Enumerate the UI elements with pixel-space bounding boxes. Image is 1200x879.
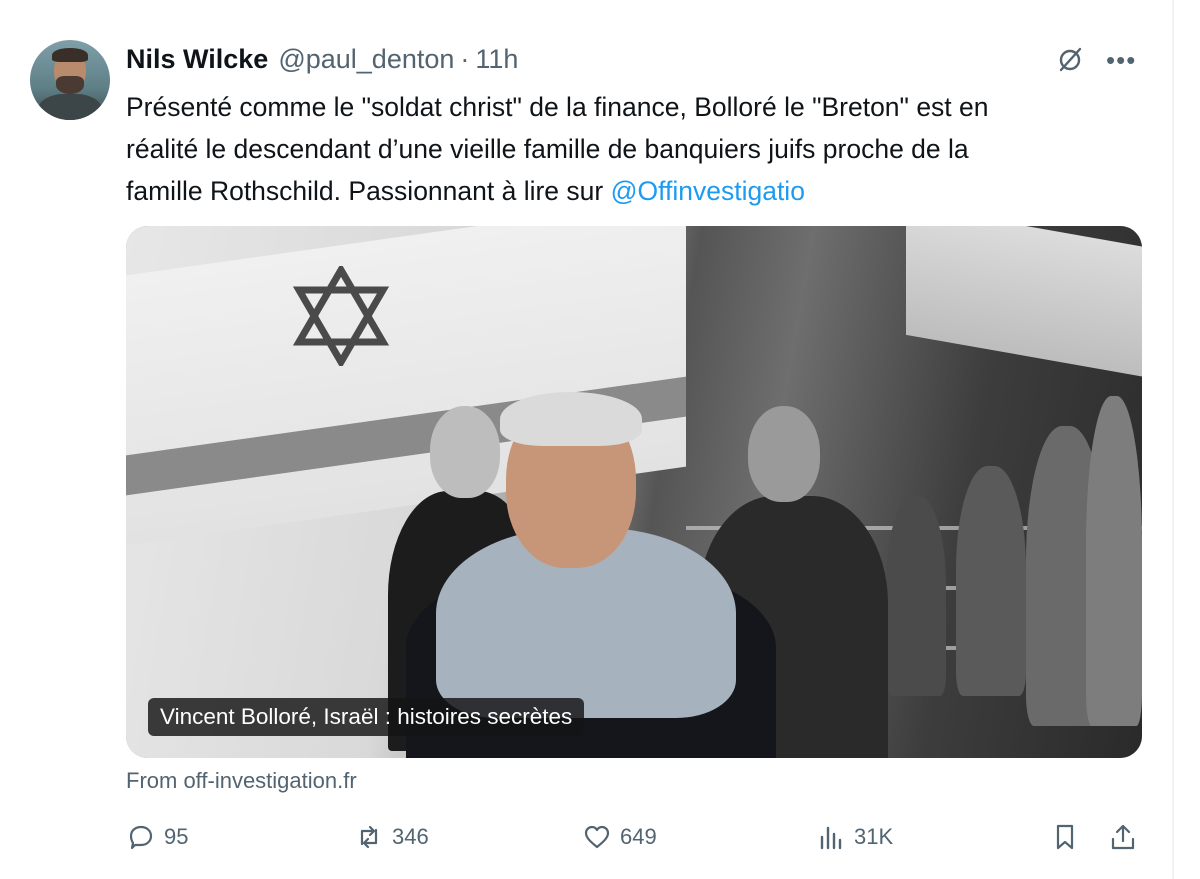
reply-button[interactable]: 95 [126,822,188,852]
tweet-text-line2: réalité le descendant d’une vieille fami… [126,134,969,164]
card-source[interactable]: From off-investigation.fr [126,768,357,794]
tweet[interactable]: Nils Wilcke @paul_denton · 11h ••• Prése… [0,0,1172,879]
crowd-figure [886,496,946,696]
share-button[interactable] [1108,822,1138,852]
avatar-beard [56,76,84,94]
bookmark-icon [1056,824,1074,850]
action-bar: 95 346 649 31K [126,822,1146,866]
share-icon [1111,824,1135,850]
author-name[interactable]: Nils Wilcke [126,44,268,75]
avatar-hair [52,48,88,62]
right-divider [1172,0,1174,879]
tweet-text-line3: famille Rothschild. Passionnant à lire s… [126,170,1126,212]
star-of-david-icon [292,266,390,366]
reply-count: 95 [164,824,189,849]
views-button[interactable]: 31K [816,822,893,852]
grok-icon[interactable] [1056,46,1084,74]
like-icon [584,825,610,849]
crowd-figure [1086,396,1142,726]
repost-icon [360,825,378,849]
tweet-text: Présenté comme le "soldat christ" de la … [126,86,1126,212]
repost-count: 346 [392,824,429,849]
repost-button[interactable]: 346 [354,822,429,852]
avatar-shirt [38,94,102,120]
avatar[interactable] [30,40,110,120]
tweet-text-line1: Présenté comme le "soldat christ" de la … [126,92,989,122]
author-meta: @paul_denton · 11h [278,44,518,75]
more-icon[interactable]: ••• [1106,47,1136,73]
top-actions: ••• [1056,46,1136,74]
views-count: 31K [854,824,894,849]
tweet-header: Nils Wilcke @paul_denton · 11h [126,44,518,75]
like-count: 649 [620,824,657,849]
bookmark-button[interactable] [1050,822,1080,852]
link-card[interactable]: Vincent Bolloré, Israël : histoires secr… [126,226,1142,758]
views-icon [820,826,842,850]
crowd-figure [956,466,1026,696]
reply-icon [129,825,153,850]
tweet-text-line3-prefix: famille Rothschild. Passionnant à lire s… [126,176,611,206]
tweet-time[interactable]: 11h [475,44,518,75]
author-handle[interactable]: @paul_denton [278,44,454,75]
meta-separator: · [460,44,470,74]
card-caption: Vincent Bolloré, Israël : histoires secr… [148,698,585,736]
mention-link[interactable]: @Offinvestigatio [611,176,805,206]
like-button[interactable]: 649 [582,822,657,852]
